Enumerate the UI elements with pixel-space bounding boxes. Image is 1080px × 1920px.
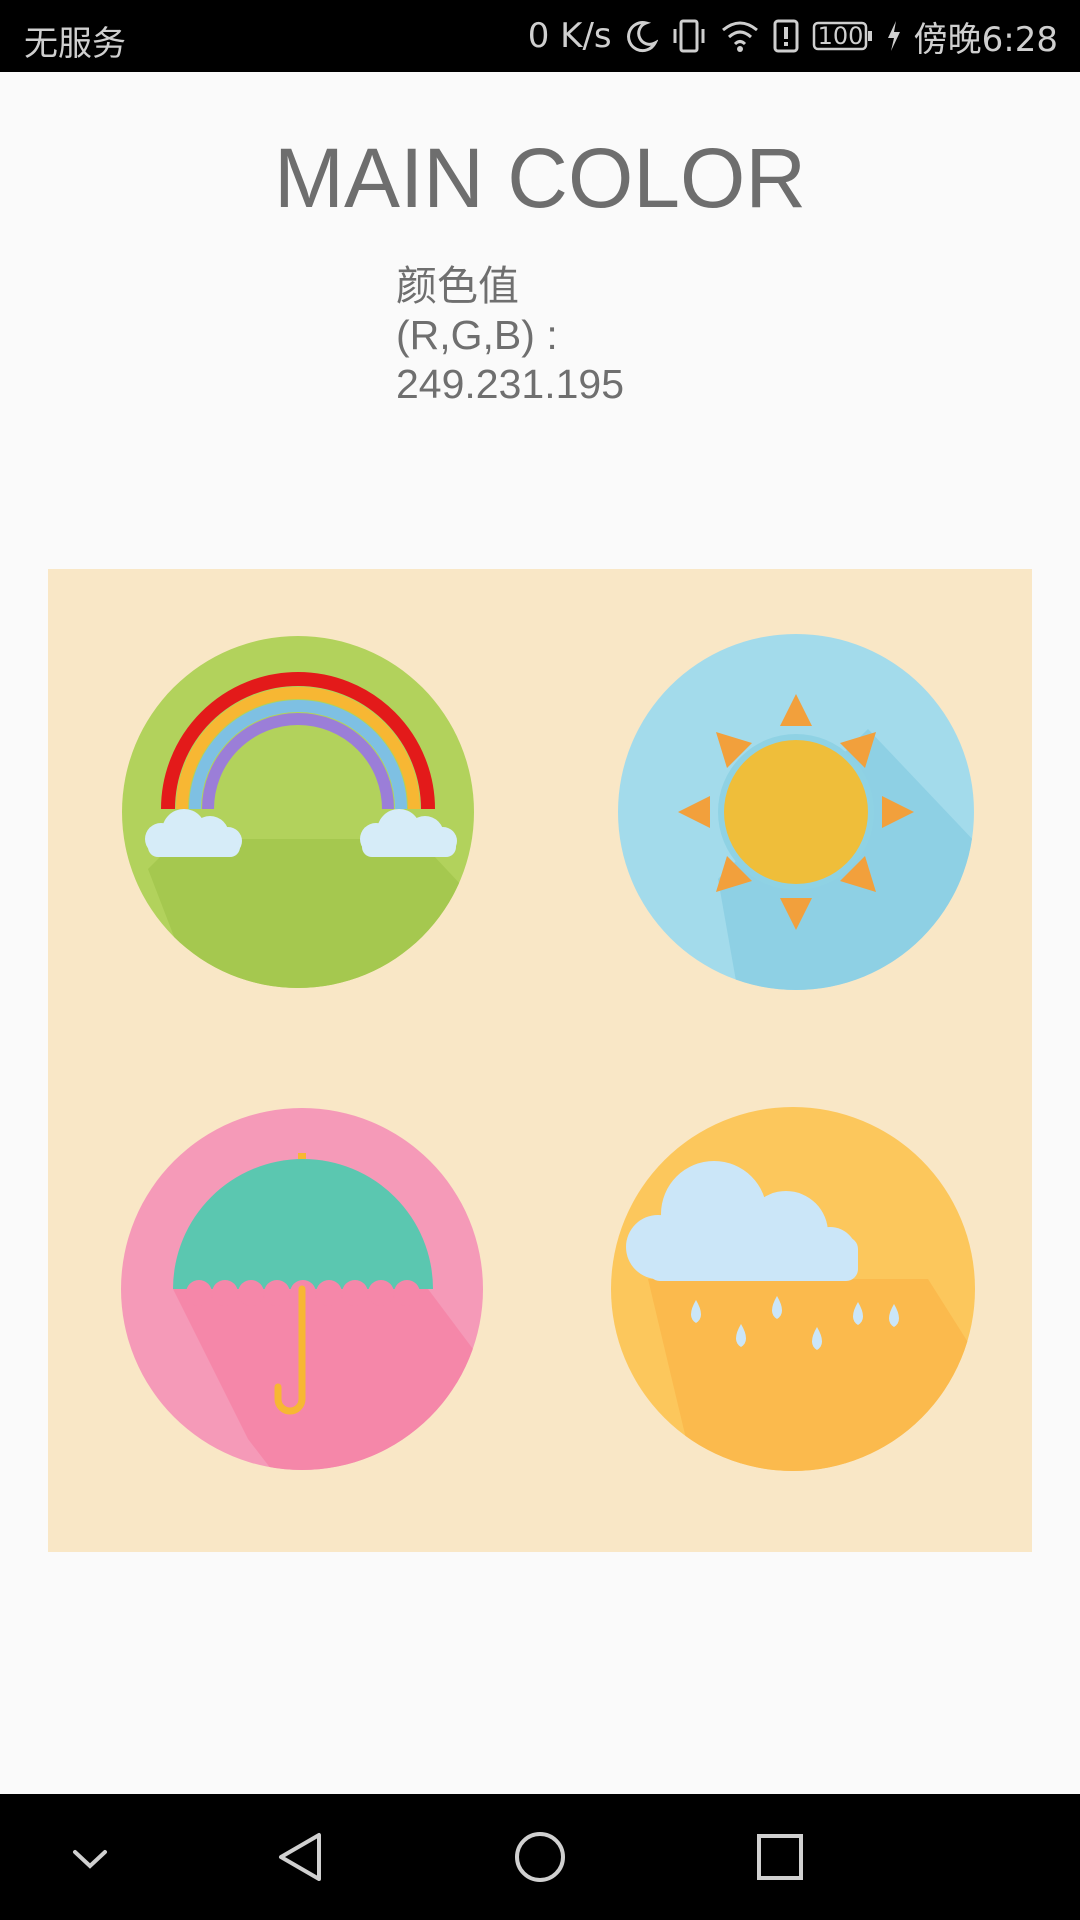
color-value-block: 颜色值 (R,G,B) : 249.231.195 [396, 262, 756, 409]
sun-icon [618, 634, 974, 990]
moon-icon [624, 19, 658, 53]
rgb-label: (R,G,B) : [396, 312, 558, 358]
battery-icon: 100 [812, 19, 874, 53]
clock: 傍晚6:28 [913, 19, 1058, 60]
net-speed: 0 K/s [527, 16, 612, 56]
home-icon[interactable] [505, 1822, 575, 1892]
status-bar: 无服务 0 K/s 100 傍晚6:28 [0, 0, 1080, 72]
carrier-label: 无服务 [24, 24, 126, 64]
charging-icon [886, 19, 902, 53]
color-value-label: 颜色值 [396, 263, 519, 309]
battery-level: 100 [817, 22, 864, 50]
rgb-value: 249.231.195 [396, 361, 625, 407]
rainbow-icon [122, 636, 474, 988]
rain-cloud-icon [611, 1107, 975, 1471]
alert-icon [772, 18, 800, 54]
status-icons: 0 K/s 100 傍晚6:28 [527, 14, 1058, 60]
page-title: MAIN COLOR [273, 131, 807, 225]
wifi-icon [720, 18, 760, 54]
vibrate-icon [670, 17, 708, 55]
recents-icon[interactable] [745, 1822, 815, 1892]
umbrella-icon [121, 1108, 483, 1470]
navigation-bar [0, 1794, 1080, 1920]
palette-image [48, 569, 1032, 1552]
chevron-down-icon[interactable] [55, 1822, 125, 1892]
back-icon[interactable] [265, 1822, 335, 1892]
